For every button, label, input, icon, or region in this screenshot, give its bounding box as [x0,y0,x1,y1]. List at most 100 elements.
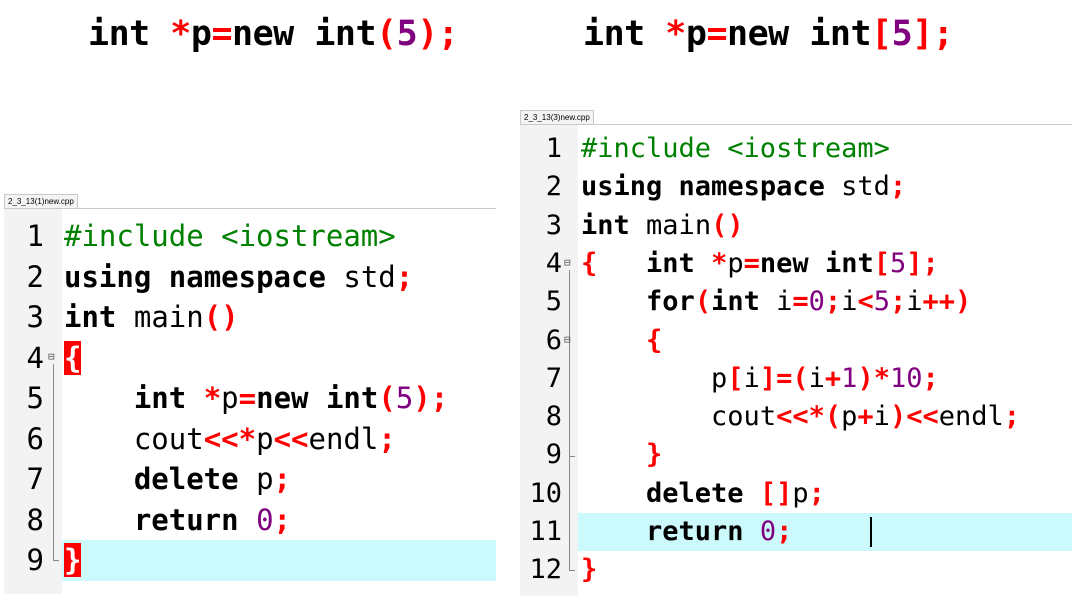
keyword-token: int [133,381,187,415]
operator-token: } [581,554,598,586]
operator-token: ; [922,247,939,279]
identifier-token: p [256,421,274,456]
operator-token: ( [376,14,397,54]
heading-left: int *p=new int(5); [88,14,459,54]
number-token: 0 [808,286,825,318]
code-text: p[i]=(i+1)*10; [581,360,939,398]
operator-token: ; [273,462,292,496]
operator-token: * [808,401,825,433]
keyword-token: new [256,381,309,415]
editor-tab-right[interactable]: 2_3_13(3)new.cpp [520,110,594,125]
identifier-token: endl [938,401,1004,433]
line-number: 3 [545,209,562,241]
operator-token: = [706,14,728,54]
operator-token: * [170,14,191,54]
left-editor[interactable]: 2_3_13(1)new.cpp 1 #include <iostream> 2 us… [4,194,496,594]
keyword-token: new [727,14,789,54]
number-token: 5 [873,286,890,318]
fold-minus-icon[interactable]: ⊟ [564,333,571,346]
operator-token: ; [1003,401,1021,433]
line-number: 9 [26,543,44,577]
line-number: 6 [26,421,44,456]
code-text: delete p; [64,459,291,500]
operator-token: [ [873,247,890,279]
operator-token: ] [759,362,777,394]
operator-token: ; [889,171,907,203]
keyword-token: namespace [678,171,825,203]
operator-token: ] [906,247,923,279]
fold-minus-icon[interactable]: ⊟ [564,256,571,269]
operator-token: * [238,421,257,456]
operator-token: * [873,362,890,394]
identifier-token: i [776,286,793,318]
keyword-token: namespace [168,259,326,294]
code-text: int *p=new int(5); [64,378,448,419]
fold-minus-icon[interactable]: ⊟ [48,350,55,363]
line-number: 6 [545,324,562,356]
number-token: 5 [395,381,414,415]
matched-brace: } [64,543,82,577]
line-number: 1 [26,219,44,253]
operator-token: = [238,381,257,415]
operator-token: [ [727,362,744,394]
operator-token: + [938,286,956,318]
line-number: 8 [545,401,562,433]
keyword-token: new [759,247,809,279]
keyword-token: delete [133,462,239,496]
keyword-token: int [325,381,379,415]
keyword-token: int [583,14,645,54]
current-line[interactable] [62,540,496,581]
line-number: 11 [529,516,562,547]
operator-token: = [776,362,793,394]
code-text: return 0; [64,500,291,541]
operator-token: ; [378,421,396,456]
operator-token: ] [776,477,793,509]
operator-token: < [857,286,874,318]
identifier-token: cout [711,401,777,433]
operator-token: ; [395,259,414,294]
operator-token: < [273,421,292,456]
identifier-token: p [727,247,744,279]
code-text: } [581,551,597,589]
operator-token: * [711,247,728,279]
operator-token: < [906,401,923,433]
identifier-token: p [792,477,809,509]
code-line[interactable] [578,551,1072,589]
number-token: 10 [889,362,923,394]
keyword-token: int [88,14,150,54]
line-number: 12 [529,554,562,586]
identifier-token: cout [133,421,204,456]
operator-token: ; [808,477,825,509]
identifier-token: p [685,14,707,54]
editor-tab-left[interactable]: 2_3_13(1)new.cpp [4,194,78,209]
operator-token: ) [727,209,744,241]
code-line[interactable] [62,338,496,379]
operator-token: * [665,14,686,54]
number-token: 5 [396,14,418,54]
line-number: 5 [26,381,44,415]
operator-token: ) [413,381,431,415]
heading-right: int *p=new int[5]; [583,14,954,54]
operator-token: ; [824,286,842,318]
operator-token: [ [871,14,892,54]
identifier-token: p [711,362,728,394]
operator-token: ; [430,381,449,415]
keyword-token: for [646,286,695,318]
operator-token: = [211,14,233,54]
keyword-token: int [314,14,377,54]
right-editor[interactable]: 2_3_13(3)new.cpp 1 #include <iostream> 2 us… [520,110,1072,596]
operator-token: ) [857,362,874,394]
code-text: for(int i=0;i<5;i++) [581,283,971,321]
operator-token: ( [694,286,712,318]
code-text: } [64,540,82,581]
code-text: return 0; [581,513,792,551]
code-text: delete []p; [581,475,825,513]
identifier-token: endl [308,421,379,456]
fold-end-tick [569,455,575,457]
tab-divider [4,208,496,209]
line-number: 2 [545,171,562,203]
text-caret [870,517,872,548]
number-token: 5 [891,14,913,54]
code-text: cout<<*(p+i)<<endl; [581,398,1020,436]
operator-token: + [857,401,874,433]
